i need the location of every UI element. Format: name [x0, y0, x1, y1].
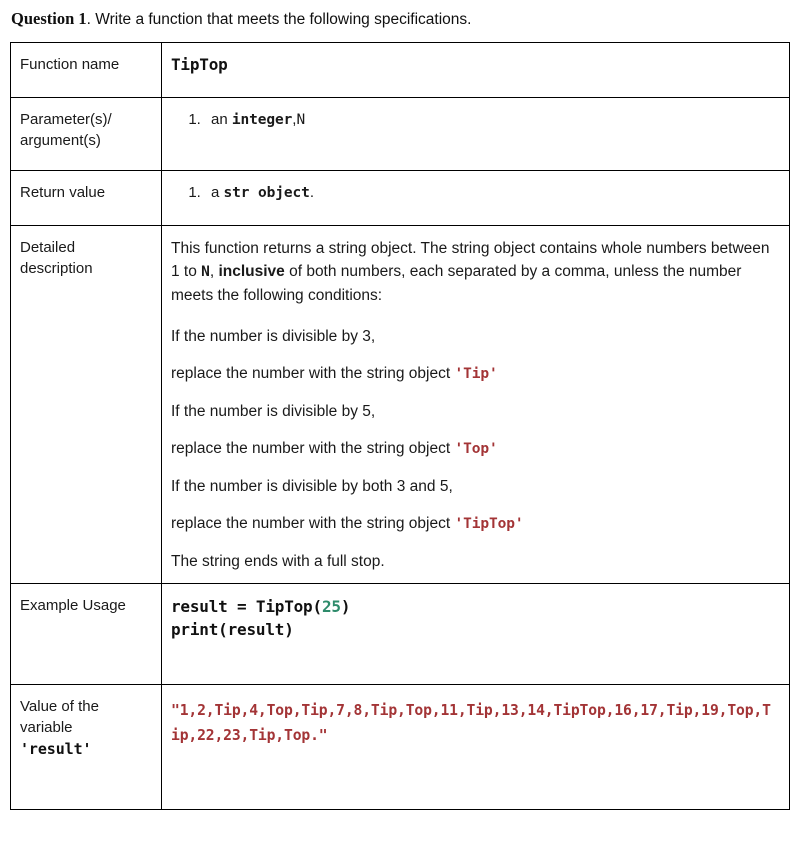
label-detailed-description: Detailed description [11, 226, 161, 289]
cell-value-result-value: "1,2,Tip,4,Top,Tip,7,8,Tip,Top,11,Tip,13… [161, 684, 790, 810]
condition-literal-2: 'Top' [454, 441, 498, 457]
condition-if-1: If the number is divisible by 3, [171, 328, 376, 345]
table-row-return-value: Return value a str object. [10, 170, 790, 226]
value-detailed-description-wrap: This function returns a string object. T… [162, 226, 789, 583]
label-example-usage: Example Usage [20, 597, 126, 614]
list-item: an integer,N [205, 109, 779, 131]
value-function-name-wrap: TipTop [162, 43, 789, 86]
value-example-usage-wrap: result = TipTop(25) print(result) [162, 584, 789, 651]
cell-value-detailed-description: This function returns a string object. T… [161, 225, 790, 584]
value-return-value-wrap: a str object. [162, 171, 789, 214]
table-row-parameters: Parameter(s)/ argument(s) an integer,N [10, 97, 790, 171]
label-parameters: Parameter(s)/ argument(s) [11, 98, 161, 161]
parameter-name: N [296, 112, 306, 128]
label-detail-line2: description [20, 260, 93, 277]
cell-label-result-value: Value of the variable 'result' [10, 684, 162, 810]
description-closing: The string ends with a full stop. [171, 553, 385, 570]
condition-literal-3: 'TipTop' [454, 516, 524, 532]
condition-if-3: If the number is divisible by both 3 and… [171, 478, 453, 495]
label-parameters-line2: argument(s) [20, 132, 101, 149]
table-row-function-name: Function name TipTop [10, 42, 790, 98]
condition-then-text-2: replace the number with the string objec… [171, 440, 455, 457]
label-result-line1: Value of the [20, 698, 99, 715]
code-line1-after: ) [340, 597, 351, 616]
return-prefix: a [211, 184, 224, 201]
return-type: str object [223, 185, 310, 201]
cell-label-return-value: Return value [10, 170, 162, 226]
parameter-type: integer [231, 112, 293, 128]
label-parameters-line1: Parameter(s)/ [20, 111, 112, 128]
cell-value-function-name: TipTop [161, 42, 790, 98]
condition-then-text-1: replace the number with the string objec… [171, 365, 455, 382]
table-row-result-value: Value of the variable 'result' "1,2,Tip,… [10, 684, 790, 810]
intro-inclusive: inclusive [218, 263, 285, 280]
function-spec-table: Function name TipTop Parameter(s)/ argum… [10, 42, 790, 810]
code-line1-before: result = TipTop( [171, 597, 322, 616]
question-label: Question 1 [11, 9, 87, 28]
document-page: Question 1. Write a function that meets … [0, 0, 805, 850]
question-instruction: . Write a function that meets the follow… [86, 11, 472, 28]
value-parameters-wrap: an integer,N [162, 98, 789, 141]
value-function-name: TipTop [171, 55, 228, 74]
parameters-list: an integer,N [171, 109, 779, 131]
cell-value-parameters: an integer,N [161, 97, 790, 171]
condition-if-2: If the number is divisible by 5, [171, 403, 376, 420]
cell-label-function-name: Function name [10, 42, 162, 98]
value-result-wrap: "1,2,Tip,4,Top,Tip,7,8,Tip,Top,11,Tip,13… [162, 685, 789, 758]
return-suffix: . [309, 184, 314, 201]
label-result-value: Value of the variable 'result' [11, 685, 161, 770]
label-result-line2: variable [20, 719, 73, 736]
condition-literal-1: 'Tip' [454, 366, 498, 382]
code-number-literal: 25 [321, 597, 341, 616]
label-result-variable: 'result' [20, 740, 92, 758]
cell-label-detailed-description: Detailed description [10, 225, 162, 584]
condition-then-text-3: replace the number with the string objec… [171, 515, 455, 532]
label-return-value: Return value [20, 184, 106, 201]
condition-then-2: replace the number with the string objec… [171, 437, 779, 461]
cell-label-parameters: Parameter(s)/ argument(s) [10, 97, 162, 171]
cell-value-example-usage: result = TipTop(25) print(result) [161, 583, 790, 685]
table-row-example-usage: Example Usage result = TipTop(25) print(… [10, 583, 790, 685]
example-code-block: result = TipTop(25) print(result) [171, 595, 779, 641]
list-item: a str object. [205, 182, 779, 204]
cell-label-example-usage: Example Usage [10, 583, 162, 685]
condition-then-3: replace the number with the string objec… [171, 512, 779, 536]
label-function-name: Function name [20, 56, 120, 73]
result-string-value: "1,2,Tip,4,Top,Tip,7,8,Tip,Top,11,Tip,13… [171, 702, 771, 744]
cell-value-return-value: a str object. [161, 170, 790, 226]
code-line2: print(result) [171, 620, 294, 639]
intro-param-n: N [201, 264, 210, 280]
description-intro: This function returns a string object. T… [171, 237, 779, 307]
return-value-list: a str object. [171, 182, 779, 204]
table-row-detailed-description: Detailed description This function retur… [10, 225, 790, 584]
page-title: Question 1. Write a function that meets … [0, 0, 805, 30]
condition-then-1: replace the number with the string objec… [171, 362, 779, 386]
parameter-prefix: an [211, 111, 232, 128]
label-detail-line1: Detailed [20, 239, 76, 256]
